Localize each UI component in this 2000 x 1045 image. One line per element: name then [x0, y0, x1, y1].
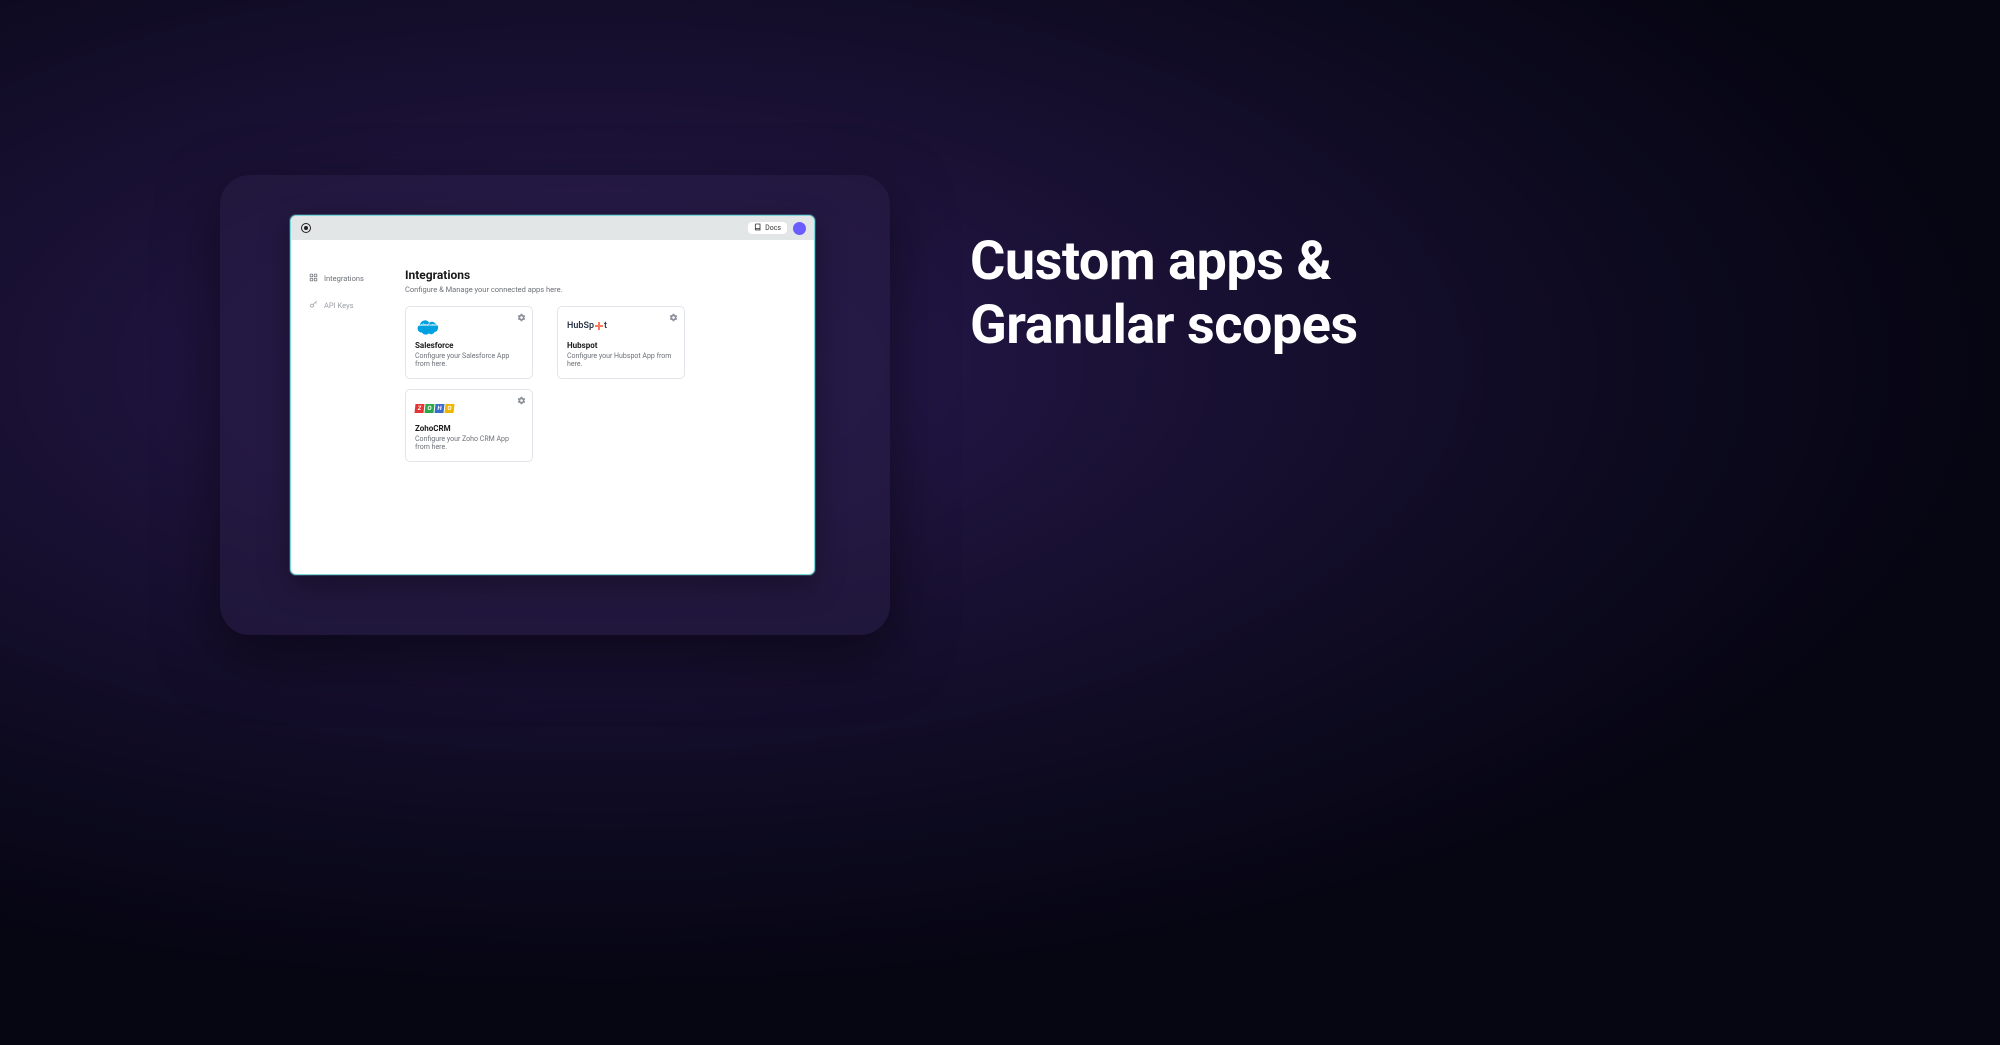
- docs-button[interactable]: Docs: [748, 222, 787, 234]
- sidebar: Integrations API Keys: [291, 240, 399, 574]
- card-desc: Configure your Zoho CRM App from here.: [415, 435, 523, 452]
- topbar: Docs: [291, 216, 814, 240]
- card-hubspot[interactable]: HubSpt Hubspot Configure your Hubspot Ap…: [557, 306, 685, 379]
- integration-cards: salesforce Salesforce Configure your Sal…: [405, 306, 794, 462]
- hero-line-1: Custom apps &: [970, 230, 1358, 294]
- grid-icon: [309, 273, 318, 284]
- sidebar-item-api-keys[interactable]: API Keys: [305, 297, 393, 314]
- salesforce-logo: salesforce: [415, 315, 523, 337]
- hero-line-2: Granular scopes: [970, 294, 1358, 358]
- sidebar-item-label: Integrations: [324, 274, 364, 283]
- gear-icon[interactable]: [517, 396, 526, 405]
- gear-icon[interactable]: [517, 313, 526, 322]
- card-salesforce[interactable]: salesforce Salesforce Configure your Sal…: [405, 306, 533, 379]
- page-title: Integrations: [405, 268, 794, 282]
- card-title: Hubspot: [567, 341, 675, 350]
- page-subtitle: Configure & Manage your connected apps h…: [405, 285, 794, 294]
- hero-text: Custom apps & Granular scopes: [970, 230, 1358, 357]
- zoho-logo: ZOHO: [415, 398, 523, 420]
- main-content: Integrations Configure & Manage your con…: [399, 240, 814, 574]
- sidebar-item-integrations[interactable]: Integrations: [305, 270, 393, 287]
- card-title: ZohoCRM: [415, 424, 523, 433]
- card-title: Salesforce: [415, 341, 523, 350]
- card-desc: Configure your Hubspot App from here.: [567, 352, 675, 369]
- sidebar-item-label: API Keys: [324, 301, 353, 310]
- app-window: Docs Integrations: [290, 215, 815, 575]
- gear-icon[interactable]: [669, 313, 678, 322]
- avatar[interactable]: [793, 222, 806, 235]
- key-icon: [309, 300, 318, 311]
- card-desc: Configure your Salesforce App from here.: [415, 352, 523, 369]
- card-zohocrm[interactable]: ZOHO ZohoCRM Configure your Zoho CRM App…: [405, 389, 533, 462]
- book-icon: [754, 223, 762, 233]
- brand-icon: [301, 223, 311, 233]
- hubspot-logo: HubSpt: [567, 315, 675, 337]
- docs-label: Docs: [765, 224, 781, 232]
